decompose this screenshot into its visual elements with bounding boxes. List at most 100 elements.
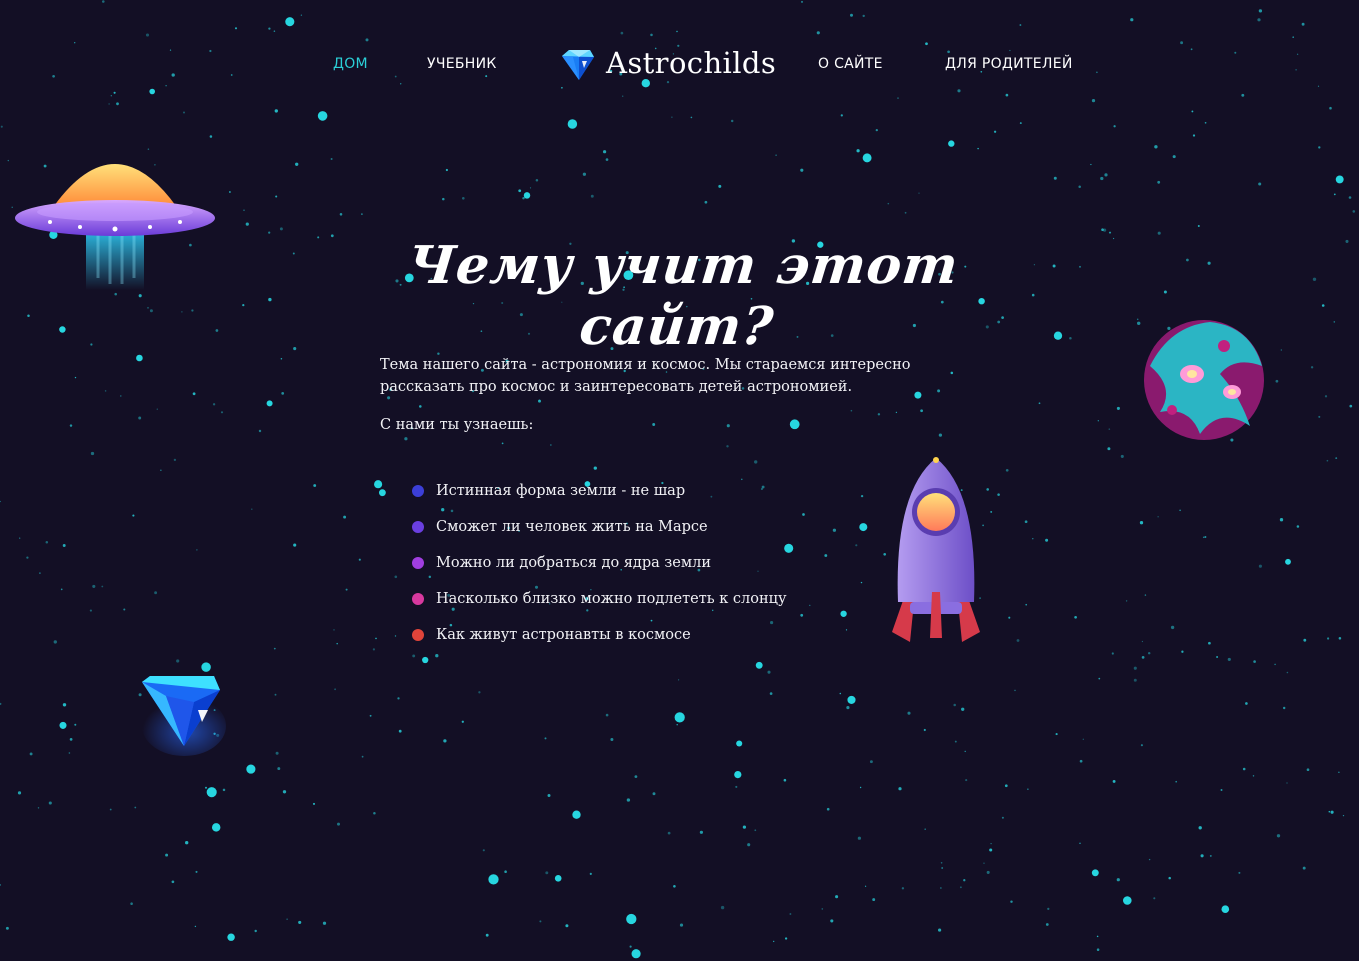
star-dot — [1276, 834, 1281, 838]
star-dot — [529, 187, 532, 189]
star-dot — [1116, 878, 1120, 882]
star-dot — [280, 357, 283, 360]
star-dot — [0, 702, 2, 705]
star-dot-large — [755, 661, 763, 669]
star-dot — [938, 928, 942, 932]
star-dot — [120, 395, 122, 397]
star-dot — [1280, 349, 1282, 351]
star-dot — [1016, 639, 1020, 642]
star-dot — [345, 588, 348, 591]
star-dot — [485, 933, 489, 937]
nav-link-about[interactable]: О САЙТЕ — [818, 56, 883, 72]
star-dot — [887, 202, 890, 205]
star-dot — [590, 194, 594, 198]
star-dot — [442, 197, 445, 201]
star-dot — [282, 790, 287, 794]
star-dot — [173, 458, 177, 462]
star-dot — [191, 309, 194, 312]
star-dot — [1286, 671, 1289, 674]
star-dot — [1045, 538, 1049, 542]
star-dot — [1207, 261, 1211, 265]
star-dot — [1335, 457, 1338, 459]
star-dot-large — [862, 153, 872, 163]
star-dot — [924, 828, 926, 830]
star-dot — [1153, 897, 1156, 900]
star-dot — [1027, 788, 1029, 790]
star-dot — [1032, 538, 1034, 540]
star-dot-large — [734, 770, 742, 779]
star-dot — [279, 227, 283, 231]
star-dot — [1328, 810, 1331, 813]
star-dot-large — [59, 721, 67, 729]
star-dot — [1108, 428, 1111, 430]
star-dot — [522, 196, 525, 200]
star-dot — [1338, 637, 1342, 640]
star-dot — [1179, 509, 1181, 512]
star-dot — [565, 924, 569, 928]
star-dot — [212, 403, 216, 406]
star-dot — [176, 659, 180, 663]
star-dot — [60, 588, 63, 591]
star-dot — [334, 688, 336, 691]
star-dot-large — [572, 810, 581, 819]
star-dot — [17, 791, 22, 795]
nav-link-textbook[interactable]: УЧЕБНИК — [427, 56, 497, 72]
star-dot — [918, 192, 920, 194]
star-dot — [74, 723, 77, 726]
star-dot-large — [631, 949, 641, 959]
star-dot — [901, 887, 905, 890]
star-dot — [775, 154, 777, 157]
star-dot — [149, 309, 153, 313]
star-dot — [273, 647, 276, 650]
star-dot — [1252, 775, 1255, 777]
star-dot — [195, 870, 198, 873]
star-dot — [461, 720, 464, 723]
star-dot — [986, 488, 989, 491]
star-dot — [673, 885, 676, 888]
star-dot — [605, 158, 609, 161]
topic-list-item: Насколько близко можно подлететь к слонц… — [412, 588, 970, 624]
star-dot — [677, 679, 680, 681]
nav-link-for-parents[interactable]: ДЛЯ РОДИТЕЛЕЙ — [945, 56, 1073, 72]
star-dot — [783, 778, 787, 782]
star-dot — [1113, 237, 1115, 240]
star-dot-large — [136, 354, 143, 362]
star-dot — [123, 608, 126, 611]
star-dot — [754, 829, 757, 832]
star-dot — [160, 469, 162, 471]
bullet-dot-icon — [412, 557, 424, 569]
star-dot — [462, 197, 465, 200]
star-dot — [544, 737, 547, 740]
star-dot — [39, 572, 41, 574]
star-dot — [720, 905, 725, 910]
star-dot — [857, 836, 862, 840]
star-dot — [1198, 826, 1202, 830]
star-dot — [1348, 196, 1352, 199]
star-dot — [293, 543, 297, 547]
star-dot — [62, 544, 66, 547]
bullet-dot-icon — [412, 485, 424, 497]
star-dot — [89, 609, 92, 612]
star-dot — [547, 794, 551, 797]
star-dot — [358, 558, 361, 561]
star-dot — [1141, 640, 1144, 643]
star-dot — [1326, 459, 1329, 462]
star-dot — [204, 786, 208, 789]
star-dot-large — [488, 874, 499, 885]
star-dot — [1209, 854, 1212, 857]
star-dot — [222, 788, 226, 792]
star-dot — [545, 871, 549, 875]
star-dot — [589, 872, 592, 876]
nav-link-home[interactable]: ДОМ — [333, 56, 368, 72]
star-dot — [298, 920, 302, 924]
star-dot — [1096, 935, 1099, 938]
star-dot — [373, 812, 376, 815]
star-dot — [1345, 239, 1349, 243]
star-dot — [1069, 337, 1072, 340]
star-dot — [1200, 854, 1204, 858]
star-dot — [872, 898, 876, 902]
star-dot — [1333, 193, 1336, 196]
star-dot — [397, 697, 400, 700]
star-dot — [747, 843, 751, 847]
star-dot — [835, 895, 839, 899]
